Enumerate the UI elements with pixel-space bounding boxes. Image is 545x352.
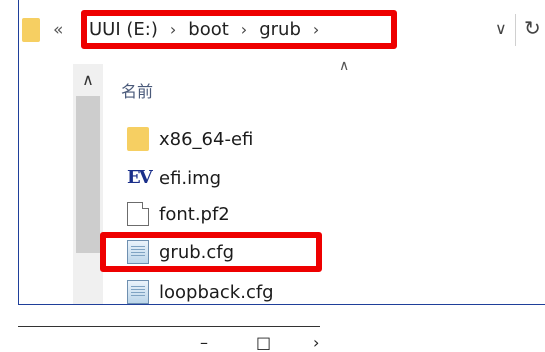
file-row-x86_64-efi[interactable]: x86_64-efi (127, 125, 253, 153)
breadcrumb-trailing-chevron[interactable]: › (313, 20, 319, 39)
file-row-loopback-cfg[interactable]: loopback.cfg (127, 278, 274, 306)
sort-ascending-icon: ∧ (339, 58, 350, 74)
divider (18, 326, 320, 327)
file-name: loopback.cfg (159, 281, 274, 303)
close-icon[interactable]: › (313, 333, 319, 352)
file-name: efi.img (159, 167, 222, 189)
column-header-name[interactable]: 名前 (121, 78, 153, 102)
chevron-up-icon: ∧ (82, 69, 94, 89)
breadcrumb-item-boot[interactable]: boot (188, 19, 229, 40)
breadcrumb: UUI (E:) › boot › grub › (81, 10, 397, 49)
scroll-up-button[interactable]: ∧ (73, 64, 103, 94)
vertical-scrollbar[interactable]: ∧ (73, 64, 103, 304)
file-row-font-pf2[interactable]: font.pf2 (127, 200, 230, 228)
folder-icon (127, 127, 149, 151)
maximize-icon[interactable]: □ (256, 333, 271, 352)
ev-icon: EV (127, 167, 153, 188)
scroll-thumb[interactable] (76, 96, 100, 253)
address-bar: « UUI (E:) › boot › grub › ∨ ↻ (19, 0, 545, 60)
breadcrumb-overflow-button[interactable]: « (53, 20, 63, 40)
breadcrumb-separator[interactable]: › (170, 20, 176, 39)
divider (515, 14, 516, 46)
breadcrumb-item-drive[interactable]: UUI (E:) (89, 19, 158, 40)
breadcrumb-item-grub[interactable]: grub (259, 19, 301, 40)
chevron-down-icon[interactable]: ∨ (495, 19, 507, 38)
refresh-icon[interactable]: ↻ (524, 16, 541, 40)
document-icon (127, 202, 149, 226)
breadcrumb-separator[interactable]: › (241, 20, 247, 39)
file-row-efi-img[interactable]: EV efi.img (127, 164, 221, 192)
folder-icon (22, 18, 40, 42)
file-name: x86_64-efi (159, 128, 254, 150)
file-name: font.pf2 (159, 203, 230, 225)
grub-cfg-highlight-box (100, 232, 322, 272)
config-file-icon (127, 280, 149, 304)
minimize-icon[interactable]: – (200, 333, 208, 352)
